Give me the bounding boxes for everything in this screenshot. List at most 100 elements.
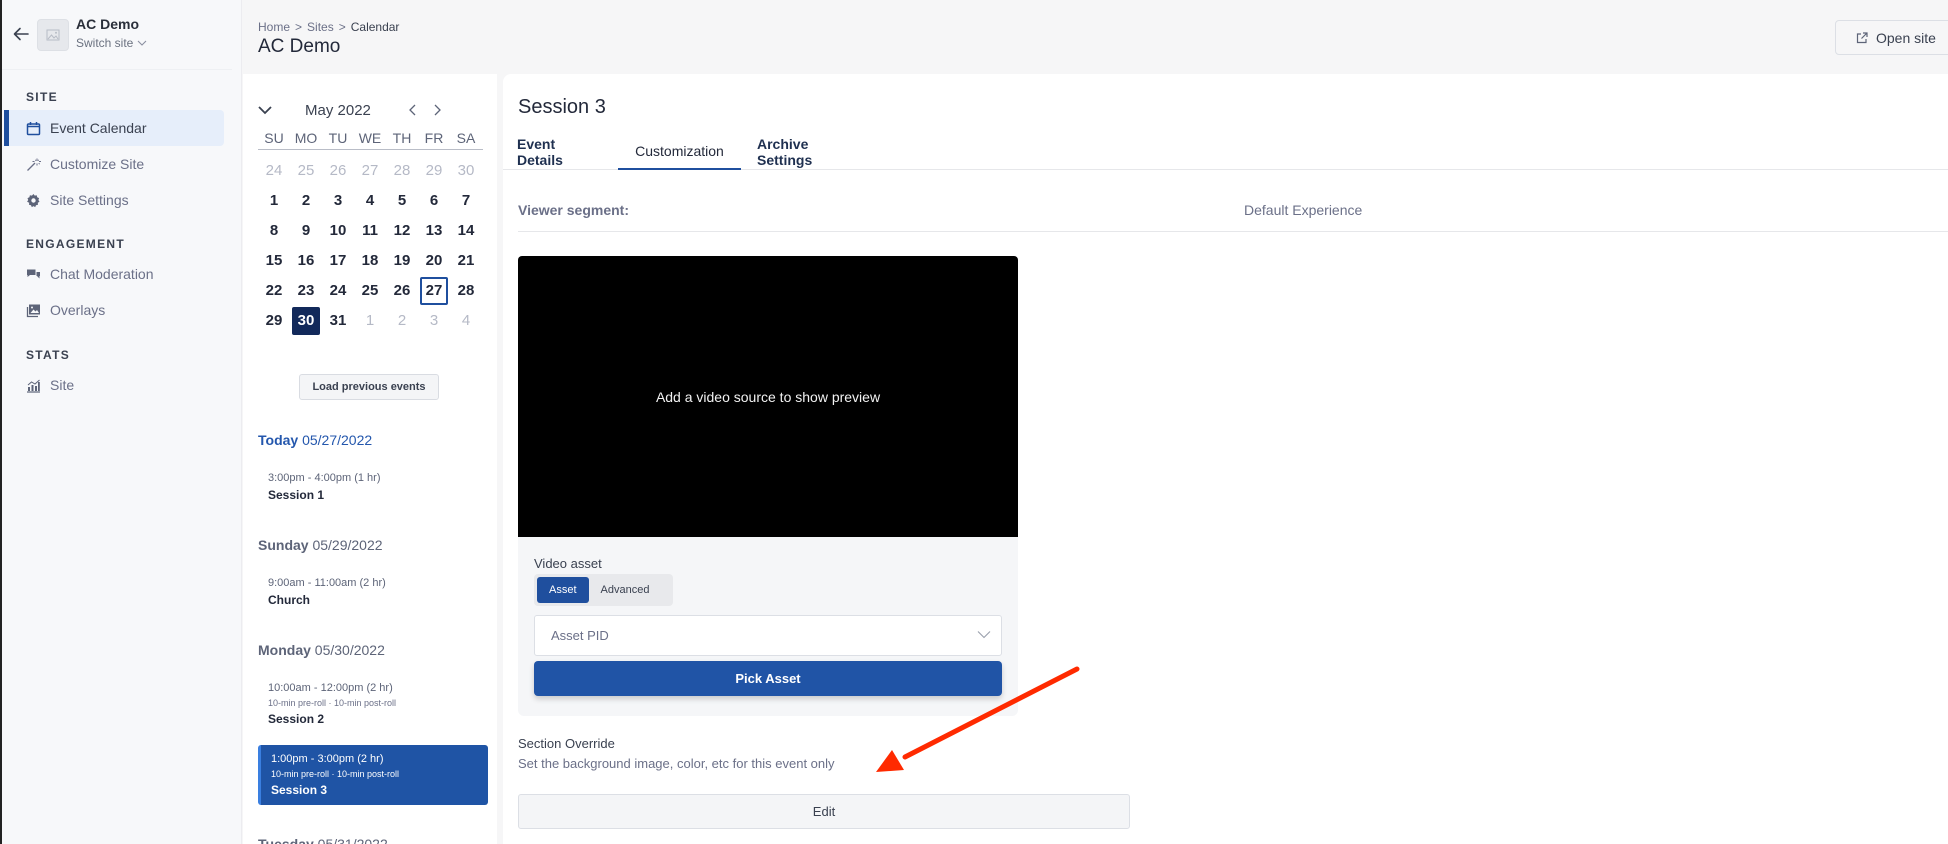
tab-customization[interactable]: Customization — [618, 134, 741, 170]
calendar-day-26[interactable]: 26 — [388, 277, 416, 305]
asset-mode-advanced[interactable]: Advanced — [589, 577, 662, 603]
calendar-day-other-month[interactable]: 29 — [420, 157, 448, 185]
calendar-day-22[interactable]: 22 — [260, 277, 288, 305]
tab-event-details[interactable]: Event Details — [517, 134, 603, 170]
calendar-day-16[interactable]: 16 — [292, 247, 320, 275]
calendar-day-6[interactable]: 6 — [420, 187, 448, 215]
calendar-day-other-month[interactable]: 3 — [420, 307, 448, 335]
calendar-day-28[interactable]: 28 — [452, 277, 480, 305]
calendar-day-other-month[interactable]: 2 — [388, 307, 416, 335]
next-month-icon[interactable] — [429, 101, 445, 119]
event-day-heading: Tuesday 05/31/2022 — [258, 836, 388, 844]
sidebar-item-label: Site Settings — [50, 192, 129, 208]
calendar-day-15[interactable]: 15 — [260, 247, 288, 275]
calendar-header: May 2022 — [255, 100, 485, 120]
magic-wand-icon — [27, 158, 41, 171]
calendar-day-27[interactable]: 27 — [420, 277, 448, 305]
calendar-day-29[interactable]: 29 — [260, 307, 288, 335]
calendar-day-24[interactable]: 24 — [324, 277, 352, 305]
previous-month-icon[interactable] — [405, 101, 421, 119]
asset-pid-placeholder: Asset PID — [551, 628, 609, 643]
calendar-days: 24 25 26 27 28 29 30 1 2 3 4 5 6 7 8 9 10 11 12 13 14 15 16 17 1… — [258, 157, 483, 337]
event-item[interactable]: 10:00am - 12:00pm (2 hr) 10-min pre-roll … — [258, 674, 488, 734]
calendar-day-13[interactable]: 13 — [420, 217, 448, 245]
event-time: 10:00am - 12:00pm (2 hr) — [268, 682, 393, 694]
calendar-day-31[interactable]: 31 — [324, 307, 352, 335]
tab-archive-settings[interactable]: Archive Settings — [757, 134, 861, 170]
calendar-day-other-month[interactable]: 1 — [356, 307, 384, 335]
calendar-day-other-month[interactable]: 4 — [452, 307, 480, 335]
calendar-day-other-month[interactable]: 30 — [452, 157, 480, 185]
calendar-panel: May 2022 SU MO TU WE TH FR SA 24 25 26 27 28 29 30 1 2… — [243, 74, 497, 844]
event-day-heading: Today 05/27/2022 — [258, 432, 372, 448]
event-day-date: 05/30/2022 — [314, 642, 385, 658]
sidebar-item-overlays[interactable]: Overlays — [4, 292, 224, 328]
calendar-day-3[interactable]: 3 — [324, 187, 352, 215]
event-day-heading: Monday 05/30/2022 — [258, 642, 385, 658]
calendar-day-7[interactable]: 7 — [452, 187, 480, 215]
pick-asset-button[interactable]: Pick Asset — [534, 661, 1002, 696]
sidebar-item-label: Chat Moderation — [50, 266, 154, 282]
sidebar-item-site-settings[interactable]: Site Settings — [4, 182, 224, 218]
calendar-day-8[interactable]: 8 — [260, 217, 288, 245]
weekday-label: TU — [328, 130, 348, 146]
event-item[interactable]: 3:00pm - 4:00pm (1 hr) Session 1 — [258, 464, 488, 510]
sidebar-item-chat-moderation[interactable]: Chat Moderation — [4, 256, 224, 292]
sidebar-item-stats-site[interactable]: Site — [4, 367, 224, 403]
calendar-day-20[interactable]: 20 — [420, 247, 448, 275]
chevron-down-icon — [137, 40, 147, 46]
sidebar-item-event-calendar[interactable]: Event Calendar — [4, 110, 224, 146]
weekday-label: SU — [264, 130, 284, 146]
calendar-day-4[interactable]: 4 — [356, 187, 384, 215]
section-label-engagement: ENGAGEMENT — [26, 237, 126, 251]
site-name: AC Demo — [76, 16, 140, 32]
sidebar: AC Demo Switch site SITE Event Calendar … — [2, 0, 242, 844]
calendar-day-30[interactable]: 30 — [292, 307, 320, 335]
section-override-title: Section Override — [518, 736, 615, 751]
calendar-day-12[interactable]: 12 — [388, 217, 416, 245]
calendar-day-1[interactable]: 1 — [260, 187, 288, 215]
calendar-day-9[interactable]: 9 — [292, 217, 320, 245]
asset-mode-toggle: Asset Advanced — [534, 574, 673, 606]
back-arrow-icon[interactable] — [12, 25, 30, 43]
calendar-day-19[interactable]: 19 — [388, 247, 416, 275]
calendar-grid: SU MO TU WE TH FR SA 24 25 26 27 28 29 30 1 2 3 4 5 6 7 8 9 10… — [258, 130, 483, 337]
video-asset-panel: Video asset Asset Advanced Asset PID Pic… — [518, 537, 1018, 716]
calendar-day-23[interactable]: 23 — [292, 277, 320, 305]
calendar-day-18[interactable]: 18 — [356, 247, 384, 275]
switch-site-dropdown[interactable]: Switch site — [76, 36, 147, 50]
sidebar-item-customize-site[interactable]: Customize Site — [4, 146, 224, 182]
asset-pid-select[interactable]: Asset PID — [534, 615, 1002, 656]
breadcrumb-sites[interactable]: Sites — [307, 20, 334, 34]
event-item[interactable]: 1:00pm - 3:00pm (2 hr) 10-min pre-roll · … — [258, 745, 488, 805]
breadcrumb: Home > Sites > Calendar — [258, 20, 399, 34]
asset-mode-asset[interactable]: Asset — [537, 577, 589, 603]
calendar-day-14[interactable]: 14 — [452, 217, 480, 245]
sidebar-item-label: Customize Site — [50, 156, 145, 172]
calendar-day-21[interactable]: 21 — [452, 247, 480, 275]
calendar-day-other-month[interactable]: 26 — [324, 157, 352, 185]
calendar-day-2[interactable]: 2 — [292, 187, 320, 215]
calendar-day-other-month[interactable]: 27 — [356, 157, 384, 185]
site-thumbnail — [37, 19, 69, 51]
calendar-day-10[interactable]: 10 — [324, 217, 352, 245]
open-site-button[interactable]: Open site — [1835, 20, 1948, 55]
tab-bar: Event Details Customization Archive Sett… — [503, 134, 1948, 170]
breadcrumb-separator: > — [295, 20, 303, 34]
weekday-label: FR — [424, 130, 444, 146]
calendar-day-25[interactable]: 25 — [356, 277, 384, 305]
event-item[interactable]: 9:00am - 11:00am (2 hr) Church — [258, 569, 488, 615]
calendar-day-11[interactable]: 11 — [356, 217, 384, 245]
calendar-day-other-month[interactable]: 28 — [388, 157, 416, 185]
calendar-day-5[interactable]: 5 — [388, 187, 416, 215]
edit-override-button[interactable]: Edit — [518, 794, 1130, 829]
viewer-segment-value[interactable]: Default Experience — [1244, 202, 1362, 218]
calendar-day-other-month[interactable]: 25 — [292, 157, 320, 185]
section-label-site: SITE — [26, 90, 58, 104]
event-time: 3:00pm - 4:00pm (1 hr) — [268, 472, 381, 484]
calendar-day-other-month[interactable]: 24 — [260, 157, 288, 185]
collapse-chevron-icon[interactable] — [255, 100, 275, 120]
calendar-day-17[interactable]: 17 — [324, 247, 352, 275]
breadcrumb-home[interactable]: Home — [258, 20, 290, 34]
load-previous-events-button[interactable]: Load previous events — [299, 374, 439, 400]
